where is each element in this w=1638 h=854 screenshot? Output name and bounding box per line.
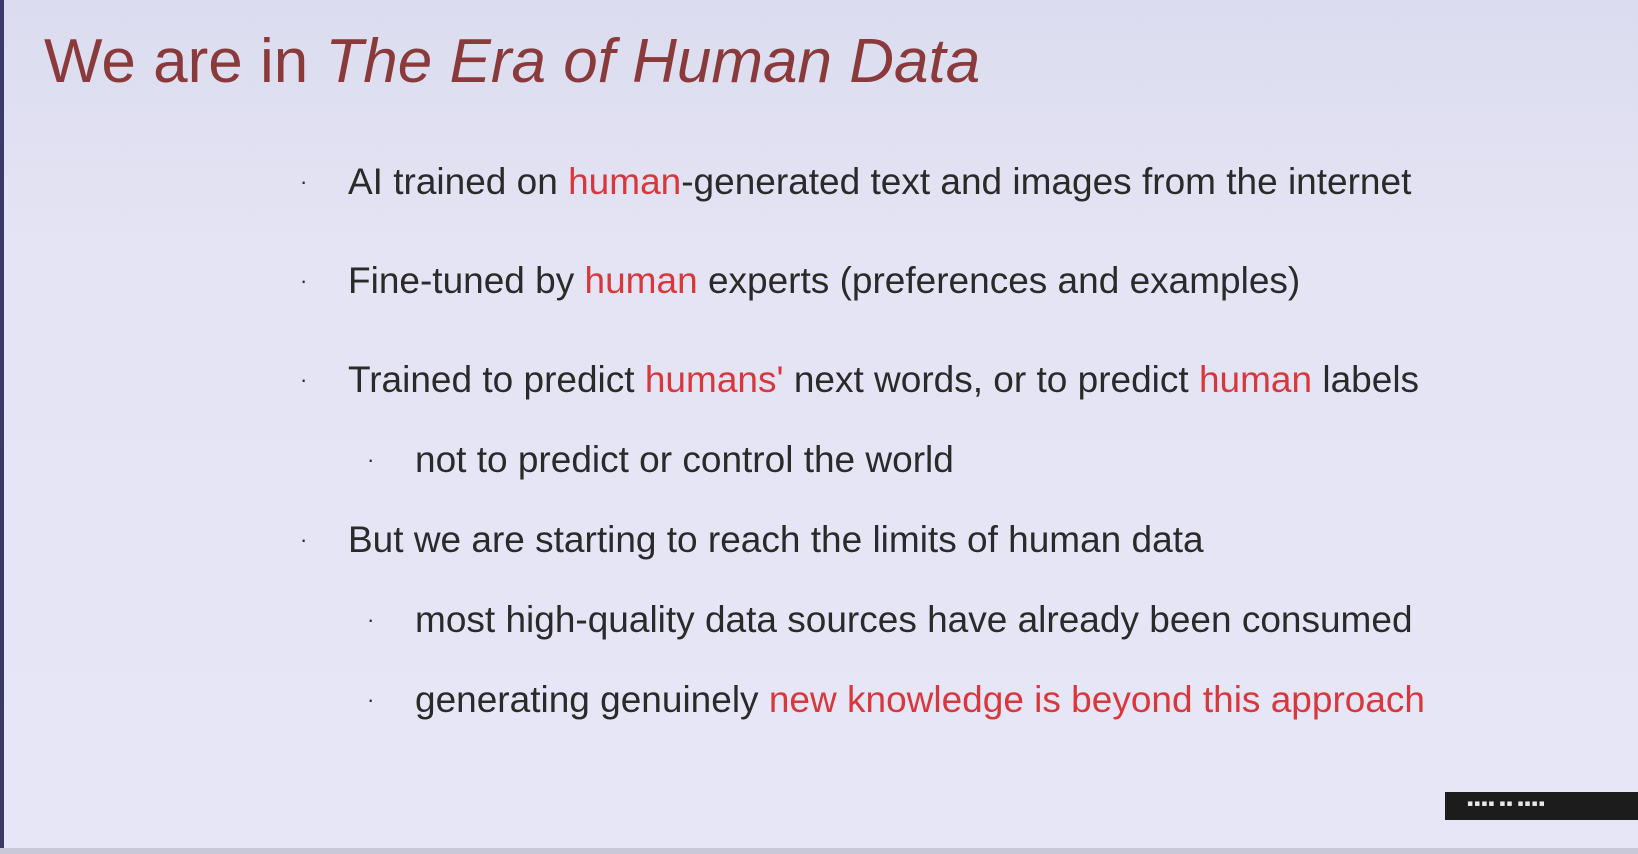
broadcast-logo: ▪▪▪▪ ▪▪ ▪▪▪▪ <box>1445 792 1638 820</box>
bullet-text: most high-quality data sources have alre… <box>415 599 1413 640</box>
highlighted-text: human <box>584 260 698 301</box>
text-segment: But we are starting to reach the limits … <box>348 519 1204 560</box>
sub-bullet-item: · generating genuinely new knowledge is b… <box>367 678 1620 722</box>
bullet-dot-icon: · <box>367 607 375 632</box>
bullet-text: But we are starting to reach the limits … <box>348 519 1204 560</box>
bullet-item: · AI trained on human-generated text and … <box>300 160 1620 204</box>
text-segment: Fine-tuned by <box>348 260 585 301</box>
bullet-dot-icon: · <box>300 268 308 293</box>
bullet-text: not to predict or control the world <box>415 439 954 480</box>
bullet-dot-icon: · <box>300 367 308 392</box>
title-plain: We are in <box>44 27 326 96</box>
text-segment: Trained to predict <box>348 359 645 400</box>
slide-bottom-edge <box>0 848 1638 854</box>
broadcast-logo-mark: ▪▪▪▪ ▪▪ ▪▪▪▪ <box>1467 799 1546 809</box>
text-segment: AI trained on <box>348 161 569 202</box>
sub-bullet-item: · most high-quality data sources have alr… <box>367 598 1620 642</box>
text-segment: generating genuinely <box>415 679 769 720</box>
slide-title: We are in The Era of Human Data <box>44 22 980 102</box>
bullet-item: · But we are starting to reach the limits… <box>300 518 1620 562</box>
text-segment: labels <box>1312 359 1420 400</box>
bullet-text: Fine-tuned by human experts (preferences… <box>348 260 1300 301</box>
text-segment: not to predict or control the world <box>415 439 954 480</box>
highlighted-text: human <box>1198 359 1313 400</box>
highlighted-text: humans' <box>644 359 784 400</box>
slide: We are in The Era of Human Data · AI trai… <box>0 0 1638 854</box>
text-segment: experts (preferences and examples) <box>697 260 1301 301</box>
bullet-item: · Fine-tuned by human experts (preference… <box>300 259 1620 303</box>
bullet-list: · AI trained on human-generated text and … <box>300 160 1620 758</box>
bullet-text: AI trained on human-generated text and i… <box>348 161 1411 202</box>
title-italic: The Era of Human Data <box>325 27 981 96</box>
highlighted-text: new knowledge is beyond this approach <box>768 679 1425 720</box>
slide-left-edge <box>0 0 4 854</box>
highlighted-text: human <box>568 161 682 202</box>
text-segment: -generated text and images from the inte… <box>681 161 1412 202</box>
text-segment: next words, or to predict <box>783 359 1199 400</box>
bullet-dot-icon: · <box>367 687 375 712</box>
bullet-dot-icon: · <box>300 527 308 552</box>
bullet-text: Trained to predict humans' next words, o… <box>348 359 1419 400</box>
bullet-text: generating genuinely new knowledge is be… <box>415 679 1425 720</box>
bullet-item: · Trained to predict humans' next words, … <box>300 358 1620 402</box>
sub-bullet-item: · not to predict or control the world <box>367 438 1620 482</box>
bullet-dot-icon: · <box>367 447 375 472</box>
bullet-dot-icon: · <box>300 169 308 194</box>
text-segment: most high-quality data sources have alre… <box>415 599 1413 640</box>
